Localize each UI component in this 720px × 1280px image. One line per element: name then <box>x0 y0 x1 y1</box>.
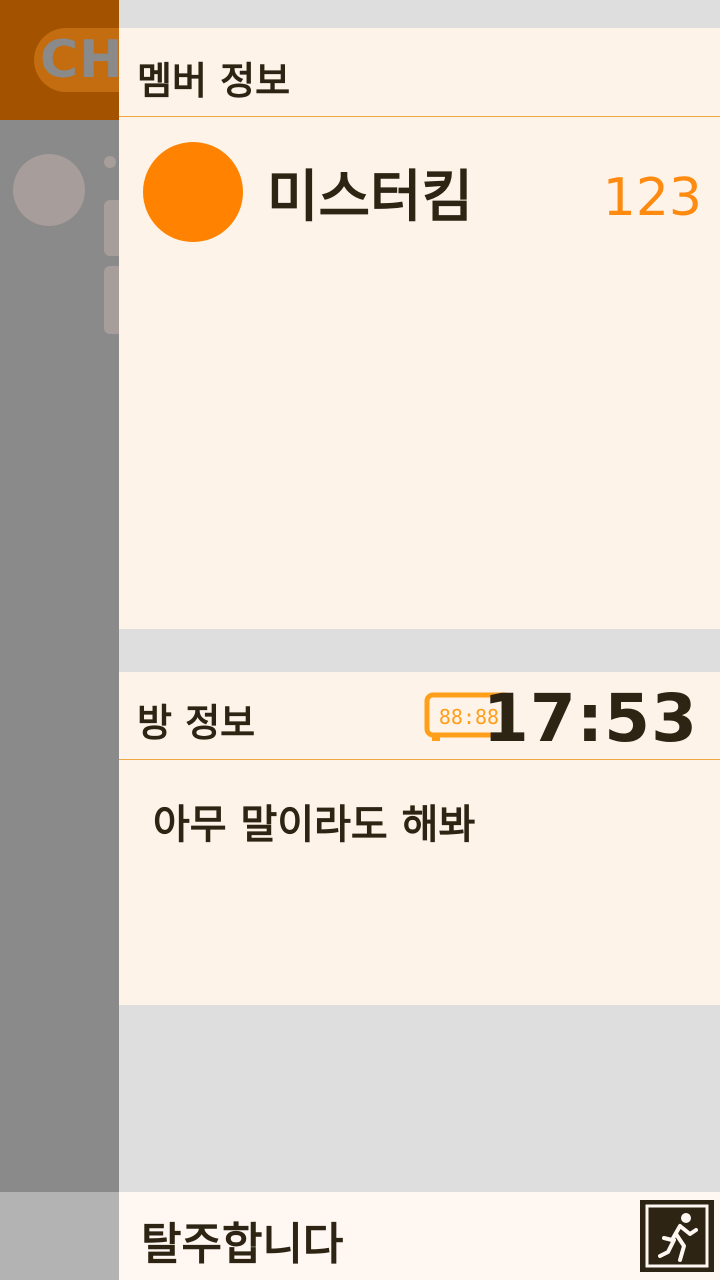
background-dot <box>104 156 116 168</box>
member-info-title: 멤버 정보 <box>137 59 291 103</box>
side-drawer: 멤버 정보 미스터킴 123 방 정보 88:88 17:53 아무 말이라도 … <box>119 0 720 1280</box>
member-name: 미스터킴 <box>267 165 474 230</box>
member-avatar <box>143 142 243 242</box>
room-message: 아무 말이라도 해봐 <box>153 802 476 848</box>
divider <box>119 759 720 760</box>
room-time: 17:53 <box>482 680 698 757</box>
leave-label: 탈주합니다 <box>141 1219 344 1270</box>
room-info-panel: 방 정보 88:88 17:53 아무 말이라도 해봐 <box>119 672 720 1005</box>
member-info-panel: 멤버 정보 미스터킴 123 <box>119 28 720 629</box>
leave-button[interactable]: 탈주합니다 <box>119 1192 720 1280</box>
member-list-item[interactable]: 미스터킴 123 <box>119 116 720 246</box>
background-avatar <box>13 154 85 226</box>
emergency-exit-icon <box>640 1200 714 1272</box>
member-score: 123 <box>602 168 702 228</box>
room-info-title: 방 정보 <box>137 701 256 745</box>
